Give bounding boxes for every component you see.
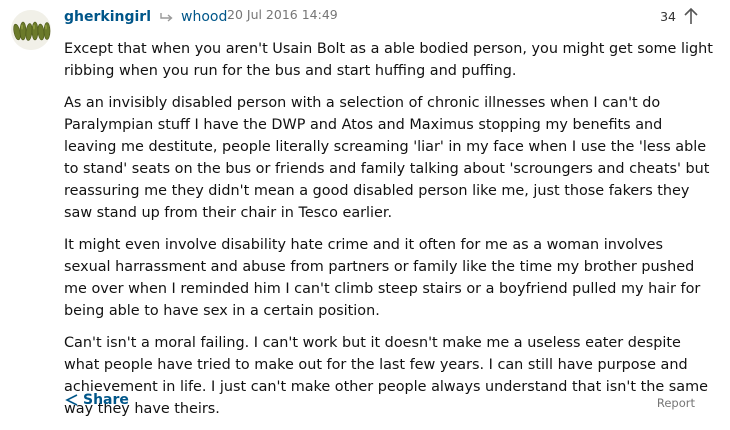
comment-header: gherkingirl whood xyxy=(64,7,227,27)
reply-to-link[interactable]: whood xyxy=(181,9,227,25)
report-link[interactable]: Report xyxy=(657,396,695,410)
comment: gherkingirl whood 20 Jul 2016 14:49 34 E… xyxy=(0,0,730,425)
author-link[interactable]: gherkingirl xyxy=(64,9,151,25)
avatar[interactable] xyxy=(11,10,51,50)
recommend-button[interactable] xyxy=(682,7,700,25)
share-label: Share xyxy=(83,392,129,408)
comment-paragraph: Except that when you aren't Usain Bolt a… xyxy=(64,41,713,79)
comment-body: Except that when you aren't Usain Bolt a… xyxy=(64,38,714,430)
recommend-count: 34 xyxy=(660,8,676,24)
arrow-up-icon xyxy=(684,7,698,24)
share-icon xyxy=(64,393,80,407)
reply-arrow-icon xyxy=(159,11,175,23)
comment-timestamp[interactable]: 20 Jul 2016 14:49 xyxy=(227,7,338,22)
recommend-control: 34 xyxy=(660,7,700,25)
comment-paragraph: It might even involve disability hate cr… xyxy=(64,237,701,319)
comment-paragraph: As an invisibly disabled person with a s… xyxy=(64,95,710,221)
comment-paragraph: Can't isn't a moral failing. I can't wor… xyxy=(64,335,708,417)
gherkins-avatar xyxy=(11,10,51,50)
share-button[interactable]: Share xyxy=(64,392,129,408)
